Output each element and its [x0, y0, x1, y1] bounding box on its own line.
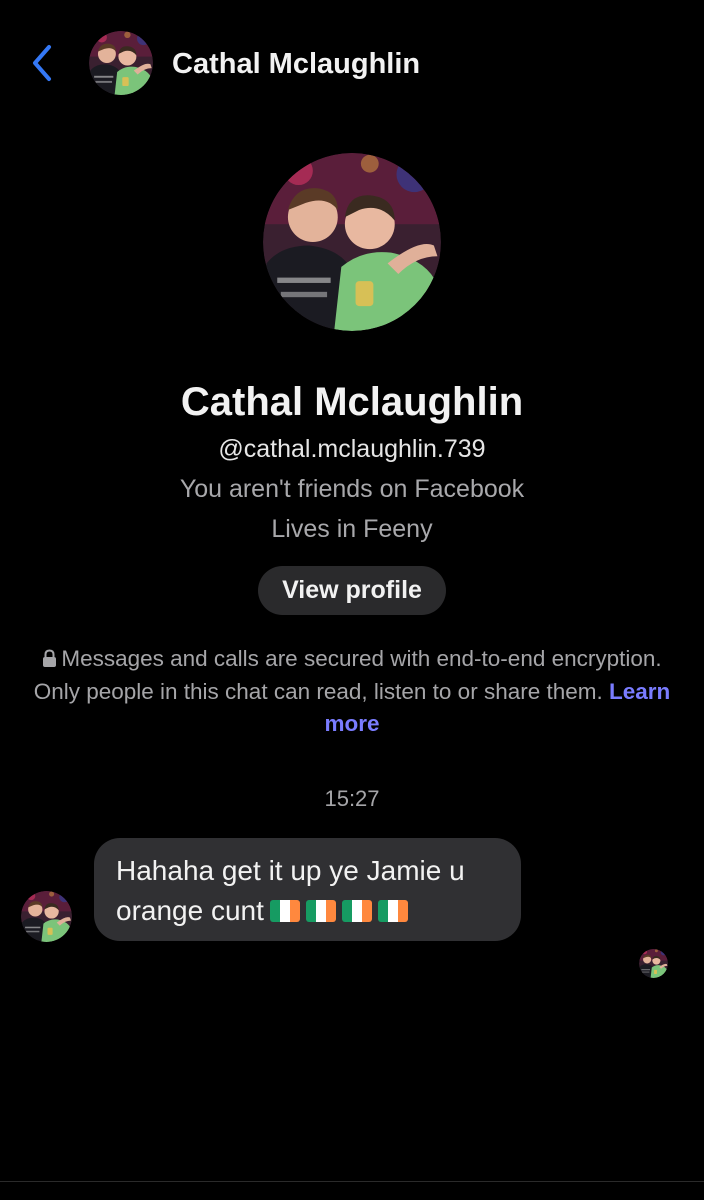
- lock-icon: [42, 649, 57, 667]
- encryption-notice: Messages and calls are secured with end-…: [30, 643, 674, 741]
- chevron-left-icon: [33, 45, 51, 81]
- profile-username: @cathal.mclaughlin.739: [218, 435, 486, 463]
- profile-location: Lives in Feeny: [271, 515, 433, 543]
- back-button[interactable]: [22, 40, 62, 86]
- friend-status: You aren't friends on Facebook: [179, 475, 525, 503]
- chat-header: Cathal Mclaughlin: [0, 0, 704, 128]
- header-avatar[interactable]: [89, 31, 153, 95]
- sender-avatar[interactable]: [21, 891, 72, 942]
- view-profile-button[interactable]: View profile: [258, 566, 446, 615]
- message-bubble[interactable]: Hahaha get it up ye Jamie u orange cunt: [94, 838, 521, 941]
- seen-receipt-avatar: [639, 949, 668, 978]
- encryption-text: Messages and calls are secured with end-…: [33, 646, 662, 704]
- header-contact-name[interactable]: Cathal Mclaughlin: [172, 44, 420, 84]
- ireland-flag-icon: [377, 900, 408, 922]
- divider: [0, 1181, 704, 1182]
- profile-name: Cathal Mclaughlin: [180, 380, 524, 424]
- ireland-flag-icon: [305, 900, 336, 922]
- message-timestamp: 15:27: [324, 786, 380, 811]
- ireland-flag-icon: [341, 900, 372, 922]
- ireland-flag-icon: [269, 900, 300, 922]
- profile-photo[interactable]: [263, 153, 441, 331]
